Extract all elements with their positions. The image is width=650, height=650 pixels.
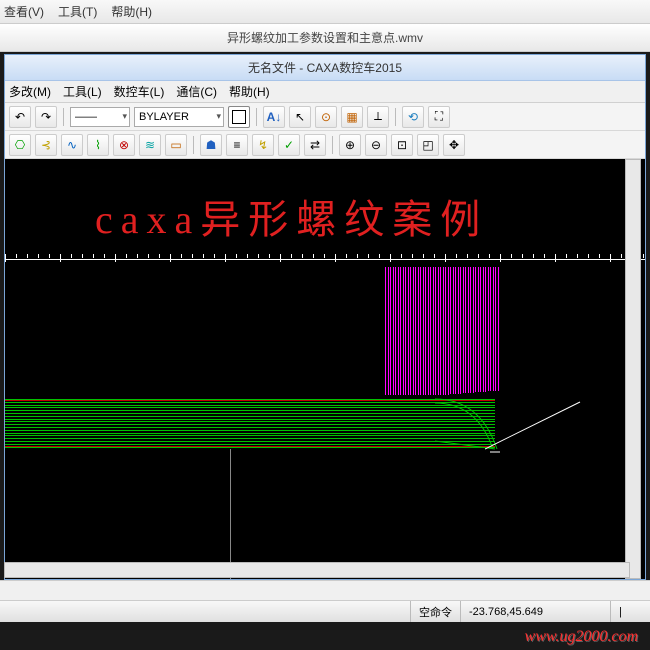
separator bbox=[395, 108, 396, 126]
tool-a-icon[interactable]: A↓ bbox=[263, 106, 285, 128]
lathe-tool-7[interactable]: ▭ bbox=[165, 134, 187, 156]
workpiece-profile: let h=''; for(let i=0;i<18;i++){h+=`<div… bbox=[5, 399, 495, 449]
toolbar-row-1: ↶ ↷ —— BYLAYER A↓ ↖ ⊙ ▦ ⟂ ⟲ ⛶ bbox=[5, 103, 645, 131]
separator bbox=[193, 136, 194, 154]
sim-tool-5[interactable]: ⇄ bbox=[304, 134, 326, 156]
menu-comm[interactable]: 通信(C) bbox=[176, 83, 217, 100]
expand-icon[interactable]: ⛶ bbox=[428, 106, 450, 128]
video-filename: 异形螺纹加工参数设置和主意点.wmv bbox=[227, 29, 423, 46]
dim-icon[interactable]: ⟂ bbox=[367, 106, 389, 128]
menu-tool[interactable]: 工具(T) bbox=[58, 3, 97, 20]
zoom-fit-icon[interactable]: ⊡ bbox=[391, 134, 413, 156]
color-picker[interactable] bbox=[228, 106, 250, 128]
player-menubar: 查看(V) 工具(T) 帮助(H) bbox=[0, 0, 650, 24]
menu-help2[interactable]: 帮助(H) bbox=[229, 83, 270, 100]
command-status: 空命令 bbox=[410, 601, 460, 622]
snap-icon[interactable]: ⊙ bbox=[315, 106, 337, 128]
vertical-scrollbar[interactable] bbox=[625, 159, 641, 579]
refresh-icon[interactable]: ⟲ bbox=[402, 106, 424, 128]
sim-tool-4[interactable]: ✓ bbox=[278, 134, 300, 156]
zoom-window-icon[interactable]: ◰ bbox=[417, 134, 439, 156]
command-bar[interactable] bbox=[0, 580, 650, 600]
menu-tool2[interactable]: 工具(L) bbox=[63, 83, 102, 100]
lathe-tool-5[interactable]: ⊗ bbox=[113, 134, 135, 156]
status-blank: | bbox=[610, 601, 650, 622]
watermark-text: www.ug2000.com bbox=[525, 628, 638, 646]
grid-icon[interactable]: ▦ bbox=[341, 106, 363, 128]
caxa-window: 无名文件 - CAXA数控车2015 多改(M) 工具(L) 数控车(L) 通信… bbox=[4, 54, 646, 580]
zoom-out-icon[interactable]: ⊖ bbox=[365, 134, 387, 156]
pan-icon[interactable]: ✥ bbox=[443, 134, 465, 156]
sim-tool-3[interactable]: ↯ bbox=[252, 134, 274, 156]
lathe-tool-4[interactable]: ⌇ bbox=[87, 134, 109, 156]
ruler-ticks: document.write(Array.from({length:60},(_… bbox=[5, 254, 645, 264]
separator bbox=[256, 108, 257, 126]
player-window: 查看(V) 工具(T) 帮助(H) 异形螺纹加工参数设置和主意点.wmv 无名文… bbox=[0, 0, 650, 650]
zoom-in-icon[interactable]: ⊕ bbox=[339, 134, 361, 156]
caxa-titlebar: 无名文件 - CAXA数控车2015 bbox=[5, 55, 645, 81]
menu-modify[interactable]: 多改(M) bbox=[9, 83, 51, 100]
drawing-canvas[interactable]: caxa异形螺纹案例 document.write(Array.from({le… bbox=[5, 159, 645, 579]
redo-button[interactable]: ↷ bbox=[35, 106, 57, 128]
layer-dropdown[interactable]: BYLAYER bbox=[134, 107, 224, 127]
menu-help[interactable]: 帮助(H) bbox=[111, 3, 152, 20]
caxa-menubar: 多改(M) 工具(L) 数控车(L) 通信(C) 帮助(H) bbox=[5, 81, 645, 103]
overlay-title: caxa异形螺纹案例 bbox=[95, 187, 488, 245]
chamfer-line bbox=[485, 394, 605, 464]
status-bar: 空命令 -23.768,45.649 | bbox=[0, 600, 650, 622]
menu-lathe[interactable]: 数控车(L) bbox=[114, 83, 165, 100]
linetype-dropdown[interactable]: —— bbox=[70, 107, 130, 127]
lathe-tool-2[interactable]: ⊰ bbox=[35, 134, 57, 156]
menu-view[interactable]: 查看(V) bbox=[4, 3, 44, 20]
horizontal-scrollbar[interactable] bbox=[4, 562, 630, 578]
separator bbox=[332, 136, 333, 154]
undo-button[interactable]: ↶ bbox=[9, 106, 31, 128]
cursor-coordinates: -23.768,45.649 bbox=[460, 601, 610, 622]
centerline bbox=[230, 449, 231, 579]
lathe-tool-1[interactable]: ⎔ bbox=[9, 134, 31, 156]
sim-tool-1[interactable]: ☗ bbox=[200, 134, 222, 156]
separator bbox=[63, 108, 64, 126]
player-titlebar: 异形螺纹加工参数设置和主意点.wmv bbox=[0, 24, 650, 52]
toolpath-magenta: document.write(Array.from({length:46},(_… bbox=[385, 267, 500, 397]
caxa-title-text: 无名文件 - CAXA数控车2015 bbox=[248, 59, 402, 76]
lathe-tool-6[interactable]: ≋ bbox=[139, 134, 161, 156]
cursor-icon[interactable]: ↖ bbox=[289, 106, 311, 128]
toolbar-row-2: ⎔ ⊰ ∿ ⌇ ⊗ ≋ ▭ ☗ ≡ ↯ ✓ ⇄ ⊕ ⊖ ⊡ ◰ ✥ bbox=[5, 131, 645, 159]
sim-tool-2[interactable]: ≡ bbox=[226, 134, 248, 156]
lathe-tool-3[interactable]: ∿ bbox=[61, 134, 83, 156]
